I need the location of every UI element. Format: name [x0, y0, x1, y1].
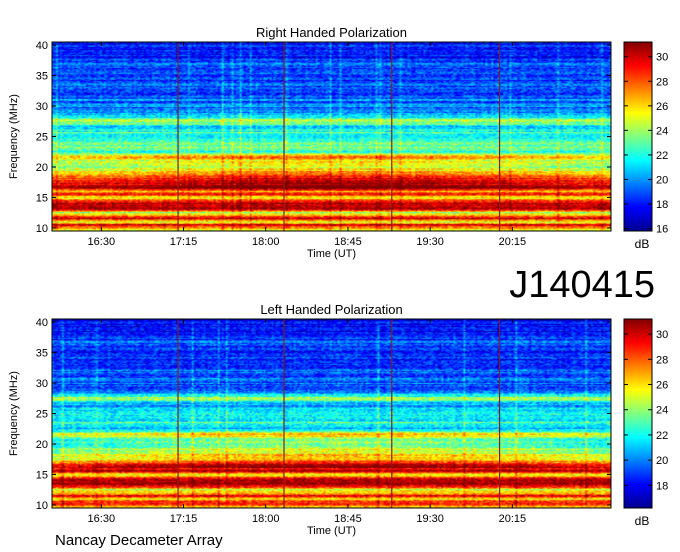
x-tick-label: 17:15: [170, 236, 198, 248]
y-tick-label: 40: [36, 317, 48, 329]
y-tick-label: 25: [36, 132, 48, 144]
colorbar: [623, 318, 653, 509]
colorbar: [623, 41, 653, 232]
x-axis-label: Time (UT): [307, 248, 356, 260]
y-tick-label: 20: [36, 162, 48, 174]
y-axis-label: Frequency (MHz): [8, 94, 20, 179]
colorbar-tick-label: 24: [656, 405, 668, 417]
observation-id: J140415: [509, 264, 655, 306]
colorbar-tick-label: 26: [656, 380, 668, 392]
colorbar-tick-label: 18: [656, 480, 668, 492]
chart-title: Left Handed Polarization: [260, 302, 402, 317]
y-tick-label: 25: [36, 409, 48, 421]
y-tick-label: 15: [36, 192, 48, 204]
right-polarization-panel: Right Handed Polarization 16:30 17:15 18:00…: [8, 25, 668, 260]
colorbar-unit-label: dB: [635, 237, 650, 251]
y-tick-label: 10: [36, 500, 48, 512]
spectrogram-image: [52, 42, 611, 231]
colorbar-tick-label: 16: [656, 224, 668, 236]
colorbar-tick-label: 30: [656, 52, 668, 64]
spectrogram-image: [52, 319, 611, 508]
chart-title: Right Handed Polarization: [256, 25, 407, 40]
x-tick-label: 17:15: [170, 513, 198, 525]
colorbar-tick-label: 18: [656, 199, 668, 211]
x-tick-label: 19:30: [416, 236, 444, 248]
colorbar-tick-label: 20: [656, 455, 668, 467]
y-tick-label: 35: [36, 71, 48, 83]
y-tick-label: 35: [36, 348, 48, 360]
x-tick-label: 18:00: [252, 236, 280, 248]
y-tick-label: 30: [36, 378, 48, 390]
y-tick-label: 30: [36, 101, 48, 113]
colorbar-tick-label: 24: [656, 125, 668, 137]
colorbar-tick-label: 22: [656, 430, 668, 442]
left-polarization-panel: Left Handed Polarization 16:30 17:15 18:00 1…: [8, 302, 668, 537]
x-tick-label: 18:45: [334, 513, 362, 525]
x-tick-label: 18:45: [334, 236, 362, 248]
colorbar-unit-label: dB: [635, 514, 650, 528]
colorbar-tick-label: 20: [656, 174, 668, 186]
colorbar-tick-label: 28: [656, 354, 668, 366]
colorbar-tick-label: 22: [656, 150, 668, 162]
x-tick-label: 18:00: [252, 513, 280, 525]
observatory-name: Nancay Decameter Array: [55, 532, 223, 549]
colorbar-tick-label: 28: [656, 76, 668, 88]
y-tick-label: 40: [36, 40, 48, 52]
x-tick-label: 19:30: [416, 513, 444, 525]
colorbar-tick-label: 30: [656, 329, 668, 341]
x-tick-label: 16:30: [88, 513, 116, 525]
x-tick-label: 16:30: [88, 236, 116, 248]
y-tick-label: 20: [36, 439, 48, 451]
x-axis-label: Time (UT): [307, 525, 356, 537]
x-tick-label: 20:15: [499, 513, 527, 525]
y-tick-label: 15: [36, 469, 48, 481]
spectrogram-figure: Right Handed Polarization 16:30 17:15 18:00…: [8, 25, 668, 549]
y-axis-label: Frequency (MHz): [8, 371, 20, 456]
colorbar-tick-label: 26: [656, 101, 668, 113]
x-tick-label: 20:15: [499, 236, 527, 248]
y-tick-label: 10: [36, 223, 48, 235]
